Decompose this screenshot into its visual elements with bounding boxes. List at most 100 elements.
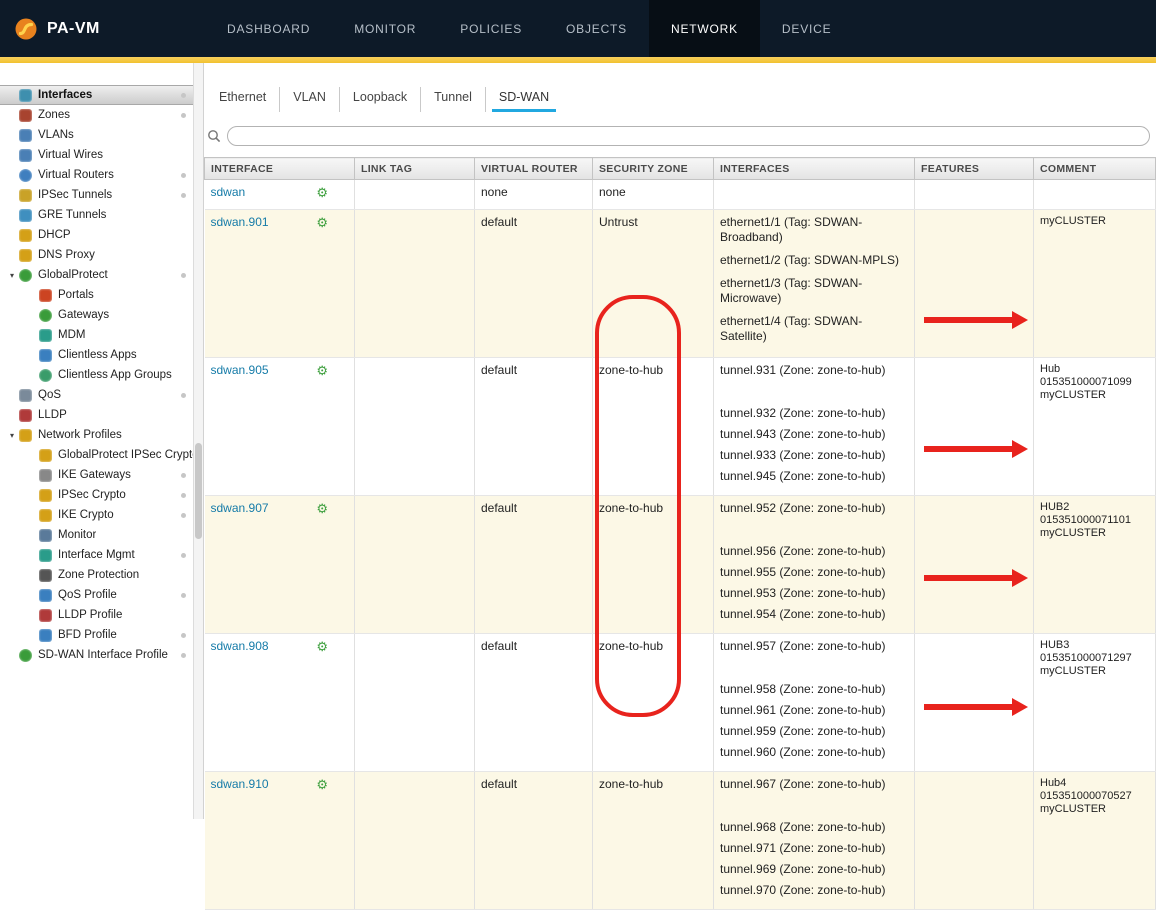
top-nav-device[interactable]: DEVICE bbox=[760, 0, 853, 57]
interface-link[interactable]: sdwan bbox=[211, 185, 246, 199]
table-row-sdwan[interactable]: sdwan⚙nonenone bbox=[205, 180, 1156, 210]
item-dot bbox=[181, 93, 186, 98]
gear-icon[interactable]: ⚙ bbox=[316, 778, 328, 791]
table-row-sdwan-905[interactable]: sdwan.905⚙defaultzone-to-hubtunnel.931 (… bbox=[205, 358, 1156, 496]
sidebar-item-gre-tunnels[interactable]: GRE Tunnels bbox=[0, 205, 193, 225]
top-bar: PA-VM DASHBOARDMONITORPOLICIESOBJECTSNET… bbox=[0, 0, 1156, 57]
chevron-down-icon[interactable]: ▾ bbox=[5, 431, 19, 440]
sidebar-item-network-profiles[interactable]: ▾Network Profiles bbox=[0, 425, 193, 445]
interface-link[interactable]: sdwan.907 bbox=[211, 501, 269, 515]
tab-loopback[interactable]: Loopback bbox=[339, 87, 420, 112]
top-nav-dashboard[interactable]: DASHBOARD bbox=[205, 0, 332, 57]
chevron-down-icon[interactable]: ▾ bbox=[5, 271, 19, 280]
cell-virtual-router: default bbox=[475, 358, 593, 496]
column-header-comment[interactable]: COMMENT bbox=[1034, 158, 1156, 180]
comment-line: myCLUSTER bbox=[1040, 389, 1149, 402]
sidebar-item-ipsec-crypto[interactable]: IPSec Crypto bbox=[0, 485, 193, 505]
gear-icon[interactable]: ⚙ bbox=[316, 186, 328, 199]
sidebar-item-label: VLANs bbox=[38, 129, 74, 141]
interface-link[interactable]: sdwan.905 bbox=[211, 363, 269, 377]
column-header-link-tag[interactable]: LINK TAG bbox=[355, 158, 475, 180]
cell-interfaces: tunnel.931 (Zone: zone-to-hub) tunnel.932… bbox=[714, 358, 915, 496]
sidebar-item-monitor[interactable]: Monitor bbox=[0, 525, 193, 545]
table-row-sdwan-901[interactable]: sdwan.901⚙defaultUntrustethernet1/1 (Tag… bbox=[205, 210, 1156, 358]
tab-tunnel[interactable]: Tunnel bbox=[420, 87, 485, 112]
dns-proxy-icon bbox=[19, 249, 32, 262]
sidebar-item-globalprotect-ipsec-crypto[interactable]: GlobalProtect IPSec Crypto bbox=[0, 445, 193, 465]
sidebar-item-qos-profile[interactable]: QoS Profile bbox=[0, 585, 193, 605]
sidebar-scrollbar[interactable] bbox=[193, 63, 204, 819]
sidebar-item-interfaces[interactable]: Interfaces bbox=[0, 85, 193, 105]
sidebar-item-interface-mgmt[interactable]: Interface Mgmt bbox=[0, 545, 193, 565]
sidebar-item-dhcp[interactable]: DHCP bbox=[0, 225, 193, 245]
sidebar-item-ike-gateways[interactable]: IKE Gateways bbox=[0, 465, 193, 485]
comment-line: myCLUSTER bbox=[1040, 803, 1149, 816]
interface-link[interactable]: sdwan.901 bbox=[211, 215, 269, 229]
cell-security-zone: zone-to-hub bbox=[593, 358, 714, 496]
interface-entry: tunnel.968 (Zone: zone-to-hub) bbox=[720, 820, 908, 835]
tab-vlan[interactable]: VLAN bbox=[279, 87, 339, 112]
cell-comment: HUB2015351000071101myCLUSTER bbox=[1034, 496, 1156, 634]
interface-link[interactable]: sdwan.908 bbox=[211, 639, 269, 653]
top-nav-policies[interactable]: POLICIES bbox=[438, 0, 544, 57]
cell-virtual-router: default bbox=[475, 634, 593, 772]
interface-entry: tunnel.931 (Zone: zone-to-hub) bbox=[720, 363, 908, 378]
top-nav-network[interactable]: NETWORK bbox=[649, 0, 760, 57]
sidebar-item-clientless-app-groups[interactable]: Clientless App Groups bbox=[0, 365, 193, 385]
cell-comment: Hub4015351000070527myCLUSTER bbox=[1034, 772, 1156, 910]
sidebar-item-zone-protection[interactable]: Zone Protection bbox=[0, 565, 193, 585]
sidebar-item-bfd-profile[interactable]: BFD Profile bbox=[0, 625, 193, 645]
cell-comment: Hub015351000071099myCLUSTER bbox=[1034, 358, 1156, 496]
sidebar-item-virtual-routers[interactable]: Virtual Routers bbox=[0, 165, 193, 185]
filter-bar bbox=[206, 125, 1150, 147]
interface-entry: tunnel.932 (Zone: zone-to-hub) bbox=[720, 406, 908, 421]
sidebar-item-lldp[interactable]: LLDP bbox=[0, 405, 193, 425]
globalprotect-icon bbox=[19, 269, 32, 282]
interface-entry: tunnel.970 (Zone: zone-to-hub) bbox=[720, 883, 908, 898]
top-nav-monitor[interactable]: MONITOR bbox=[332, 0, 438, 57]
sidebar-item-virtual-wires[interactable]: Virtual Wires bbox=[0, 145, 193, 165]
top-nav-objects[interactable]: OBJECTS bbox=[544, 0, 649, 57]
sidebar-item-globalprotect[interactable]: ▾GlobalProtect bbox=[0, 265, 193, 285]
tab-sd-wan[interactable]: SD-WAN bbox=[485, 87, 562, 112]
cell-interfaces: ethernet1/1 (Tag: SDWAN-Broadband)ethern… bbox=[714, 210, 915, 358]
sidebar-item-ipsec-tunnels[interactable]: IPSec Tunnels bbox=[0, 185, 193, 205]
column-header-virtual-router[interactable]: VIRTUAL ROUTER bbox=[475, 158, 593, 180]
sidebar-item-qos[interactable]: QoS bbox=[0, 385, 193, 405]
tab-ethernet[interactable]: Ethernet bbox=[206, 87, 279, 112]
sidebar-item-ike-crypto[interactable]: IKE Crypto bbox=[0, 505, 193, 525]
sidebar-item-label: QoS Profile bbox=[58, 589, 117, 601]
sidebar-item-sd-wan-interface-profile[interactable]: SD-WAN Interface Profile bbox=[0, 645, 193, 665]
interface-entry: ethernet1/3 (Tag: SDWAN-Microwave) bbox=[720, 276, 908, 306]
sidebar-item-clientless-apps[interactable]: Clientless Apps bbox=[0, 345, 193, 365]
filter-input[interactable] bbox=[227, 126, 1150, 146]
zone-protection-icon bbox=[39, 569, 52, 582]
table-row-sdwan-908[interactable]: sdwan.908⚙defaultzone-to-hubtunnel.957 (… bbox=[205, 634, 1156, 772]
table-row-sdwan-910[interactable]: sdwan.910⚙defaultzone-to-hubtunnel.967 (… bbox=[205, 772, 1156, 910]
sidebar-item-zones[interactable]: Zones bbox=[0, 105, 193, 125]
sidebar-scrollbar-thumb[interactable] bbox=[195, 443, 202, 539]
comment-line: myCLUSTER bbox=[1040, 665, 1149, 678]
clientless-apps-icon bbox=[39, 349, 52, 362]
sidebar-item-lldp-profile[interactable]: LLDP Profile bbox=[0, 605, 193, 625]
gear-icon[interactable]: ⚙ bbox=[316, 502, 328, 515]
interface-entry: tunnel.957 (Zone: zone-to-hub) bbox=[720, 639, 908, 654]
column-header-interfaces[interactable]: INTERFACES bbox=[714, 158, 915, 180]
sidebar-item-mdm[interactable]: MDM bbox=[0, 325, 193, 345]
gear-icon[interactable]: ⚙ bbox=[316, 640, 328, 653]
gear-icon[interactable]: ⚙ bbox=[316, 364, 328, 377]
column-header-features[interactable]: FEATURES bbox=[915, 158, 1034, 180]
sidebar-item-vlans[interactable]: VLANs bbox=[0, 125, 193, 145]
interface-link[interactable]: sdwan.910 bbox=[211, 777, 269, 791]
brand-name: PA-VM bbox=[47, 20, 100, 38]
gear-icon[interactable]: ⚙ bbox=[316, 216, 328, 229]
table-row-sdwan-907[interactable]: sdwan.907⚙defaultzone-to-hubtunnel.952 (… bbox=[205, 496, 1156, 634]
column-header-interface[interactable]: INTERFACE bbox=[205, 158, 355, 180]
qos-icon bbox=[19, 389, 32, 402]
sidebar-item-portals[interactable]: Portals bbox=[0, 285, 193, 305]
column-header-security-zone[interactable]: SECURITY ZONE bbox=[593, 158, 714, 180]
comment-line: myCLUSTER bbox=[1040, 215, 1149, 228]
table-body: sdwan⚙nonenonesdwan.901⚙defaultUntrustet… bbox=[205, 180, 1156, 910]
sidebar-item-dns-proxy[interactable]: DNS Proxy bbox=[0, 245, 193, 265]
sidebar-item-gateways[interactable]: Gateways bbox=[0, 305, 193, 325]
